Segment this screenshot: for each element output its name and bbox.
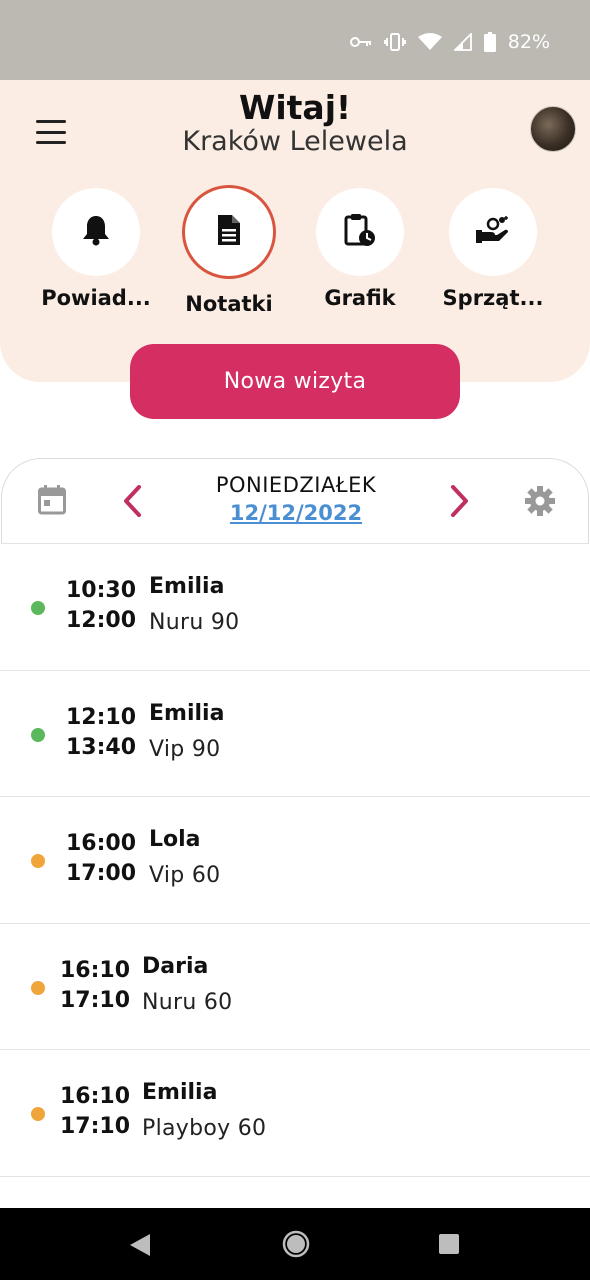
- new-visit-button[interactable]: Nowa wizyta: [130, 344, 460, 419]
- status-icons: 82%: [349, 28, 550, 56]
- action-notes-circle[interactable]: [182, 185, 276, 279]
- time-range: 10:30 12:00: [66, 576, 137, 636]
- client-name: Emilia: [142, 1080, 218, 1105]
- client-name: Daria: [142, 953, 209, 979]
- back-icon[interactable]: [128, 1232, 152, 1262]
- location-name: Kraków Lelewela: [182, 126, 408, 157]
- wifi-icon: [417, 33, 442, 51]
- status-dot: [31, 601, 45, 615]
- start-time: 16:10: [60, 1084, 131, 1109]
- action-notifications[interactable]: Powiad...: [36, 188, 156, 310]
- time-range: 16:10 17:10: [60, 956, 131, 1016]
- start-time: 16:00: [66, 831, 137, 856]
- battery-icon: [483, 32, 496, 52]
- client-name: Emilia: [149, 574, 225, 599]
- document-icon: [216, 214, 242, 250]
- action-notes[interactable]: Notatki: [169, 185, 289, 316]
- clipboard-clock-icon: [344, 213, 376, 251]
- date-navigation: PONIEDZIAŁEK 12/12/2022: [1, 458, 589, 544]
- service-name: Nuru 90: [149, 610, 240, 635]
- next-day-chevron-icon[interactable]: [448, 483, 472, 523]
- battery-percent: 82%: [507, 31, 550, 53]
- service-name: Playboy 60: [142, 1116, 267, 1141]
- status-dot: [31, 1107, 45, 1121]
- service-name: Vip 60: [149, 863, 221, 888]
- appointment-row[interactable]: 12:10 13:40 Emilia Vip 90: [0, 671, 590, 797]
- start-time: 16:10: [60, 957, 131, 983]
- day-name: PONIEDZIAŁEK: [215, 473, 377, 497]
- appointment-row[interactable]: 16:10 17:10 Emilia Playboy 60: [0, 1050, 590, 1177]
- key-icon: [349, 35, 372, 49]
- appointment-row[interactable]: 16:10 17:10 Daria Nuru 60: [0, 924, 590, 1050]
- action-schedule-circle[interactable]: [316, 188, 404, 276]
- status-dot: [31, 727, 45, 742]
- end-time: 17:10: [60, 987, 131, 1013]
- start-time: 12:10: [66, 704, 137, 730]
- vibrate-icon: [383, 33, 406, 51]
- action-notifications-label: Powiad...: [41, 286, 151, 310]
- appointment-row[interactable]: 16:00 17:00 Lola Vip 60: [0, 797, 590, 924]
- selected-date-link[interactable]: 12/12/2022: [2, 501, 590, 525]
- time-range: 16:00 17:00: [66, 829, 137, 889]
- home-icon[interactable]: [282, 1230, 310, 1262]
- action-cleaning[interactable]: Sprząt...: [433, 188, 553, 310]
- client-name: Emilia: [149, 700, 225, 726]
- status-bar: 82%: [0, 0, 590, 80]
- service-name: Vip 90: [149, 736, 221, 762]
- gear-icon[interactable]: [524, 485, 556, 521]
- action-cleaning-label: Sprząt...: [442, 286, 544, 310]
- cleaning-hand-icon: [475, 215, 511, 249]
- signal-icon: [453, 33, 472, 51]
- action-notifications-circle[interactable]: [52, 188, 140, 276]
- header: Witaj! Kraków Lelewela Powiad... Notatki: [0, 80, 590, 382]
- client-name: Lola: [149, 827, 201, 852]
- action-cleaning-circle[interactable]: [449, 188, 537, 276]
- end-time: 12:00: [66, 608, 137, 633]
- avatar[interactable]: [530, 106, 576, 152]
- time-range: 12:10 13:40: [66, 703, 137, 763]
- start-time: 10:30: [66, 578, 137, 603]
- action-schedule[interactable]: Grafik: [300, 188, 420, 310]
- end-time: 13:40: [66, 734, 137, 760]
- recent-apps-icon[interactable]: [438, 1233, 460, 1259]
- system-navigation-bar: [0, 1208, 590, 1280]
- appointment-row[interactable]: 10:30 12:00 Emilia Nuru 90: [0, 544, 590, 671]
- time-range: 16:10 17:10: [60, 1082, 131, 1142]
- page-title: Witaj!: [238, 88, 352, 127]
- bell-icon: [81, 214, 111, 250]
- status-dot: [31, 854, 45, 868]
- end-time: 17:00: [66, 861, 137, 886]
- action-schedule-label: Grafik: [324, 286, 396, 310]
- status-dot: [31, 980, 45, 995]
- appointment-list: 10:30 12:00 Emilia Nuru 90 12:10 13:40 E…: [0, 544, 590, 1177]
- service-name: Nuru 60: [142, 989, 233, 1015]
- action-notes-label: Notatki: [185, 292, 273, 316]
- end-time: 17:10: [60, 1114, 131, 1139]
